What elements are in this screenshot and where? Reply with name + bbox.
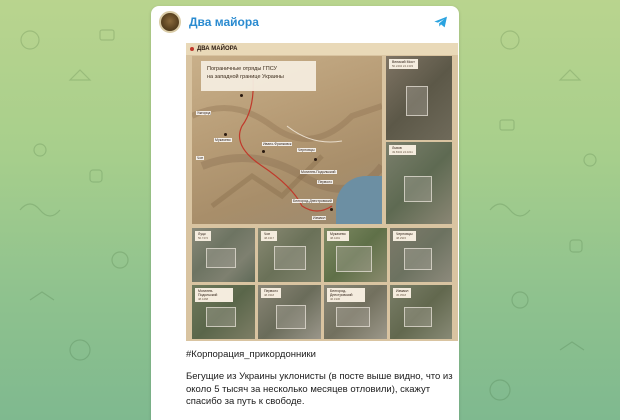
map-pin [330,208,333,211]
map-label: Измаил [312,216,327,220]
thumbnail: Львов 49.8334 24.0211 [386,142,452,224]
thumbnail-label: Львов 49.8334 24.0211 [389,145,416,155]
thumbnail-building [336,246,372,272]
thumbnail-coords: 48.4317 [264,236,275,240]
thumbnail-building [276,305,306,329]
map-label: Белгород-Днестровский [292,199,333,203]
thumbnail-label: Луцк 50.7472 [195,231,212,241]
thumbnail-coords: 48.4468 [198,297,209,301]
thumbnail: Великий Мост 50.2404 24.1333 [386,56,452,140]
thumbnail-building [274,246,306,270]
thumbnail-label: Перволз 48.0318 [261,288,281,298]
border-map: Пограничные отряды ГПСУ на западной гран… [192,56,382,224]
thumbnail-label: Белгород-Днестровский 46.1936 [327,288,365,302]
thumbnail-title: Белгород-Днестровский [330,289,353,297]
thumbnail: Чоп 48.4317 [258,228,321,282]
thumbnail-coords: 48.4491 [330,236,341,240]
thumbnail-coords: 50.2404 24.1333 [392,64,413,68]
map-pin [224,133,227,136]
map-title-line2: на западной границе Украины [207,74,284,80]
thumbnail-label: Измаил 45.3518 [393,288,412,298]
thumbnail-coords: 48.2915 [396,236,407,240]
map-pin [262,150,265,153]
thumbnail-building [206,248,236,268]
map-label: Ивано-Франковск [262,142,293,146]
map-label: Чоп [196,156,205,160]
thumbnail-title: Могилев-Подольский [198,289,218,297]
channel-avatar-icon[interactable] [159,11,181,33]
post-hashtag[interactable]: #Корпорация_прикордонники [186,349,454,360]
channel-name[interactable]: Два майора [189,15,433,29]
thumbnail: Перволз 48.0318 [258,285,321,339]
post-text: Бегущие из Украины уклонисты (в посте вы… [186,371,453,407]
map-title-box: Пограничные отряды ГПСУ на западной гран… [201,61,316,91]
thumbnail: Могилев-Подольский 48.4468 [192,285,255,339]
thumbnail-label: Черновцы 48.2915 [393,231,416,241]
map-label: Черновцы [297,148,316,152]
thumbnail: Луцк 50.7472 [192,228,255,282]
thumbnail-coords: 49.8334 24.0211 [392,150,413,154]
post-body: #Корпорация_прикордонники Бегущие из Укр… [186,349,454,409]
thumbnail-label: Мукачево 48.4491 [327,231,349,241]
brand-dot [190,47,194,51]
thumbnail: Мукачево 48.4491 [324,228,387,282]
thumbnail-label: Чоп 48.4317 [261,231,278,241]
thumbnail-label: Великий Мост 50.2404 24.1333 [389,59,418,69]
thumbnail-coords: 45.3518 [396,293,407,297]
thumbnail: Белгород-Днестровский 46.1936 [324,285,387,339]
thumbnail-coords: 48.0318 [264,293,275,297]
brand-bar: ДВА МАЙОРА [186,43,458,55]
thumbnail-building [404,248,432,270]
map-pin [240,94,243,97]
map-label: Перволз [317,180,333,184]
map-label: Мукачево [214,138,232,142]
thumbnail-building [336,307,370,327]
post-image[interactable]: ДВА МАЙОРА Пограничные отряды ГПСУ на за… [186,43,458,341]
thumbnail-building [406,86,428,116]
post-header: Два майора [151,6,459,38]
thumbnail-building [404,176,432,202]
thumbnail: Черновцы 48.2915 [390,228,452,282]
telegram-share-icon[interactable] [433,14,449,30]
thumbnail-coords: 50.7472 [198,236,209,240]
thumbnail-coords: 46.1936 [330,297,341,301]
brand-label: ДВА МАЙОРА [197,46,238,52]
map-label: Ужгород [196,111,212,115]
map-title-line1: Пограничные отряды ГПСУ [207,66,278,72]
map-label: Могилев-Подольский [300,170,337,174]
thumbnail-building [206,307,236,327]
channel-post-card: Два майора ДВА МАЙОРА Пограничные отряды… [151,6,459,420]
map-pin [314,158,317,161]
thumbnail-building [404,307,432,327]
thumbnail-label: Могилев-Подольский 48.4468 [195,288,233,302]
thumbnail: Измаил 45.3518 [390,285,452,339]
